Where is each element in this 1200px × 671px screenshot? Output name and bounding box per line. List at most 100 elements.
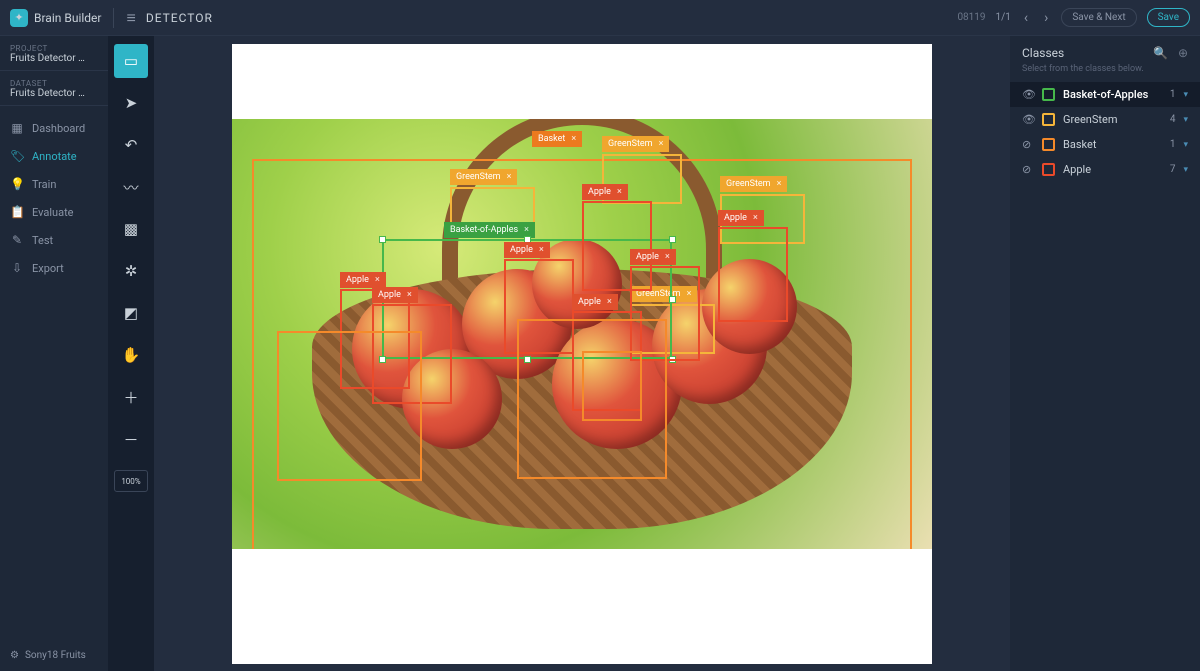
tag-close-icon[interactable]: × [777, 179, 782, 189]
tag-label: GreenStem [608, 139, 653, 149]
resize-handle[interactable] [379, 236, 386, 243]
nav-item-train[interactable]: 💡 Train [0, 170, 108, 198]
visibility-icon[interactable]: 👁 [1022, 88, 1034, 101]
undo-tool[interactable]: ↶ [114, 128, 148, 162]
contrast-tool[interactable]: ◩ [114, 296, 148, 330]
class-row-greenstem[interactable]: 👁 GreenStem 4 ▾ [1010, 107, 1200, 132]
tag-label: Apple [510, 245, 533, 255]
topbar-right: 08119 1/1 ‹ › Save & Next Save [957, 8, 1190, 27]
classes-header: Classes 🔍 ⊕ [1010, 36, 1200, 64]
project-name: Fruits Detector … [10, 53, 98, 64]
bbox-apple[interactable] [517, 319, 667, 479]
save-button[interactable]: Save [1147, 8, 1190, 27]
zoom-reset-button[interactable]: 100% [114, 470, 148, 492]
nav-icon: 💡 [10, 177, 24, 191]
tag-greenstem[interactable]: GreenStem× [450, 169, 517, 185]
pointer-tool[interactable]: ➤ [114, 86, 148, 120]
class-row-basket-of-apples[interactable]: 👁Basket-of-Apples1▾ [1010, 82, 1200, 107]
chevron-down-icon[interactable]: ▾ [1183, 115, 1188, 125]
tag-label: Apple [578, 297, 601, 307]
bbox-apple[interactable] [277, 331, 422, 481]
tag-close-icon[interactable]: × [659, 139, 664, 149]
visibility-icon[interactable]: 👁 [1022, 113, 1034, 126]
nav-icon: 🏷 [10, 149, 24, 163]
class-row-basket[interactable]: ⊘Basket1▾ [1010, 132, 1200, 157]
tag-apple[interactable]: Apple × [582, 184, 628, 200]
tag-greenstem[interactable]: GreenStem × [602, 136, 669, 152]
nav-item-dashboard[interactable]: ▦ Dashboard [0, 114, 108, 142]
tag-close-icon[interactable]: × [524, 225, 529, 235]
dataset-block[interactable]: DATASET Fruits Detector … [0, 71, 108, 106]
add-class-icon[interactable]: ⊕ [1178, 46, 1188, 60]
nav-label: Test [32, 234, 53, 247]
tag-basket-of-apples[interactable]: Basket-of-Apples × [444, 222, 535, 238]
image-area[interactable]: Basket×GreenStem×GreenStem×GreenStem×Gre… [232, 119, 932, 549]
tag-close-icon[interactable]: × [607, 297, 612, 307]
panel-right: Classes 🔍 ⊕ Select from the classes belo… [1010, 36, 1200, 671]
zoom-out-tool[interactable]: － [114, 422, 148, 456]
chevron-down-icon[interactable]: ▾ [1183, 140, 1188, 150]
next-image-button[interactable]: › [1041, 10, 1051, 26]
tag-label: Basket-of-Apples [450, 225, 518, 235]
tag-apple[interactable]: Apple × [572, 294, 618, 310]
project-label: PROJECT [10, 44, 98, 53]
tag-close-icon[interactable]: × [375, 275, 380, 285]
tag-close-icon[interactable]: × [665, 252, 670, 262]
tag-apple[interactable]: Apple× [340, 272, 386, 288]
rect-tool[interactable]: ▭ [114, 44, 148, 78]
nav-label: Dashboard [32, 122, 85, 135]
class-label: Basket-of-Apples [1063, 88, 1162, 101]
nav-item-annotate[interactable]: 🏷Annotate [0, 142, 108, 170]
class-swatch [1042, 163, 1055, 176]
tag-greenstem[interactable]: GreenStem× [720, 176, 787, 192]
chevron-down-icon[interactable]: ▾ [1183, 165, 1188, 175]
bbox-apple[interactable] [718, 227, 788, 322]
nav-icon: ▦ [10, 121, 24, 135]
brand: ✦ Brain Builder [10, 9, 101, 27]
nav-item-evaluate[interactable]: 📋Evaluate [0, 198, 108, 226]
paper[interactable]: Basket×GreenStem×GreenStem×GreenStem×Gre… [232, 44, 932, 664]
polyline-tool[interactable]: 〰 [114, 170, 148, 204]
visibility-icon[interactable]: ⊘ [1022, 138, 1034, 151]
classes-title: Classes [1022, 46, 1064, 60]
visibility-icon[interactable]: ⊘ [1022, 163, 1034, 176]
nav-label: Train [32, 178, 56, 191]
class-label: GreenStem [1063, 113, 1162, 126]
tag-apple[interactable]: Apple× [630, 249, 676, 265]
tag-label: Apple [588, 187, 611, 197]
tag-label: Apple [378, 290, 401, 300]
gear-icon: ⚙ [10, 650, 19, 661]
brightness-tool[interactable]: ✲ [114, 254, 148, 288]
footer-user: Sony18 Fruits [25, 650, 86, 661]
sidebar-footer[interactable]: ⚙ Sony18 Fruits [0, 640, 108, 671]
menu-icon[interactable]: ≡ [126, 8, 135, 28]
tag-close-icon[interactable]: × [571, 134, 576, 144]
tag-apple[interactable]: Apple × [372, 287, 418, 303]
chevron-down-icon[interactable]: ▾ [1183, 90, 1188, 100]
tag-close-icon[interactable]: × [407, 290, 412, 300]
tag-basket[interactable]: Basket× [532, 131, 582, 147]
nav-item-test[interactable]: ✎Test [0, 226, 108, 254]
tag-close-icon[interactable]: × [507, 172, 512, 182]
tag-apple[interactable]: Apple × [504, 242, 550, 258]
mask-tool[interactable]: ▩ [114, 212, 148, 246]
sidebar-left: PROJECT Fruits Detector … DATASET Fruits… [0, 36, 108, 671]
tag-close-icon[interactable]: × [539, 245, 544, 255]
nav-label: Evaluate [32, 206, 74, 219]
save-and-next-button[interactable]: Save & Next [1061, 8, 1136, 27]
pan-tool[interactable]: ✋ [114, 338, 148, 372]
class-count: 7 [1170, 164, 1176, 175]
resize-handle[interactable] [669, 236, 676, 243]
zoom-in-tool[interactable]: ＋ [114, 380, 148, 414]
class-count: 4 [1170, 114, 1176, 125]
tag-apple[interactable]: Apple × [718, 210, 764, 226]
tag-label: Apple [724, 213, 747, 223]
nav-label: Export [32, 262, 64, 275]
nav-item-export[interactable]: ⇩Export [0, 254, 108, 282]
search-icon[interactable]: 🔍 [1153, 46, 1168, 60]
class-row-apple[interactable]: ⊘Apple7▾ [1010, 157, 1200, 182]
prev-image-button[interactable]: ‹ [1021, 10, 1031, 26]
project-block[interactable]: PROJECT Fruits Detector … [0, 36, 108, 71]
tag-close-icon[interactable]: × [617, 187, 622, 197]
tag-close-icon[interactable]: × [753, 213, 758, 223]
